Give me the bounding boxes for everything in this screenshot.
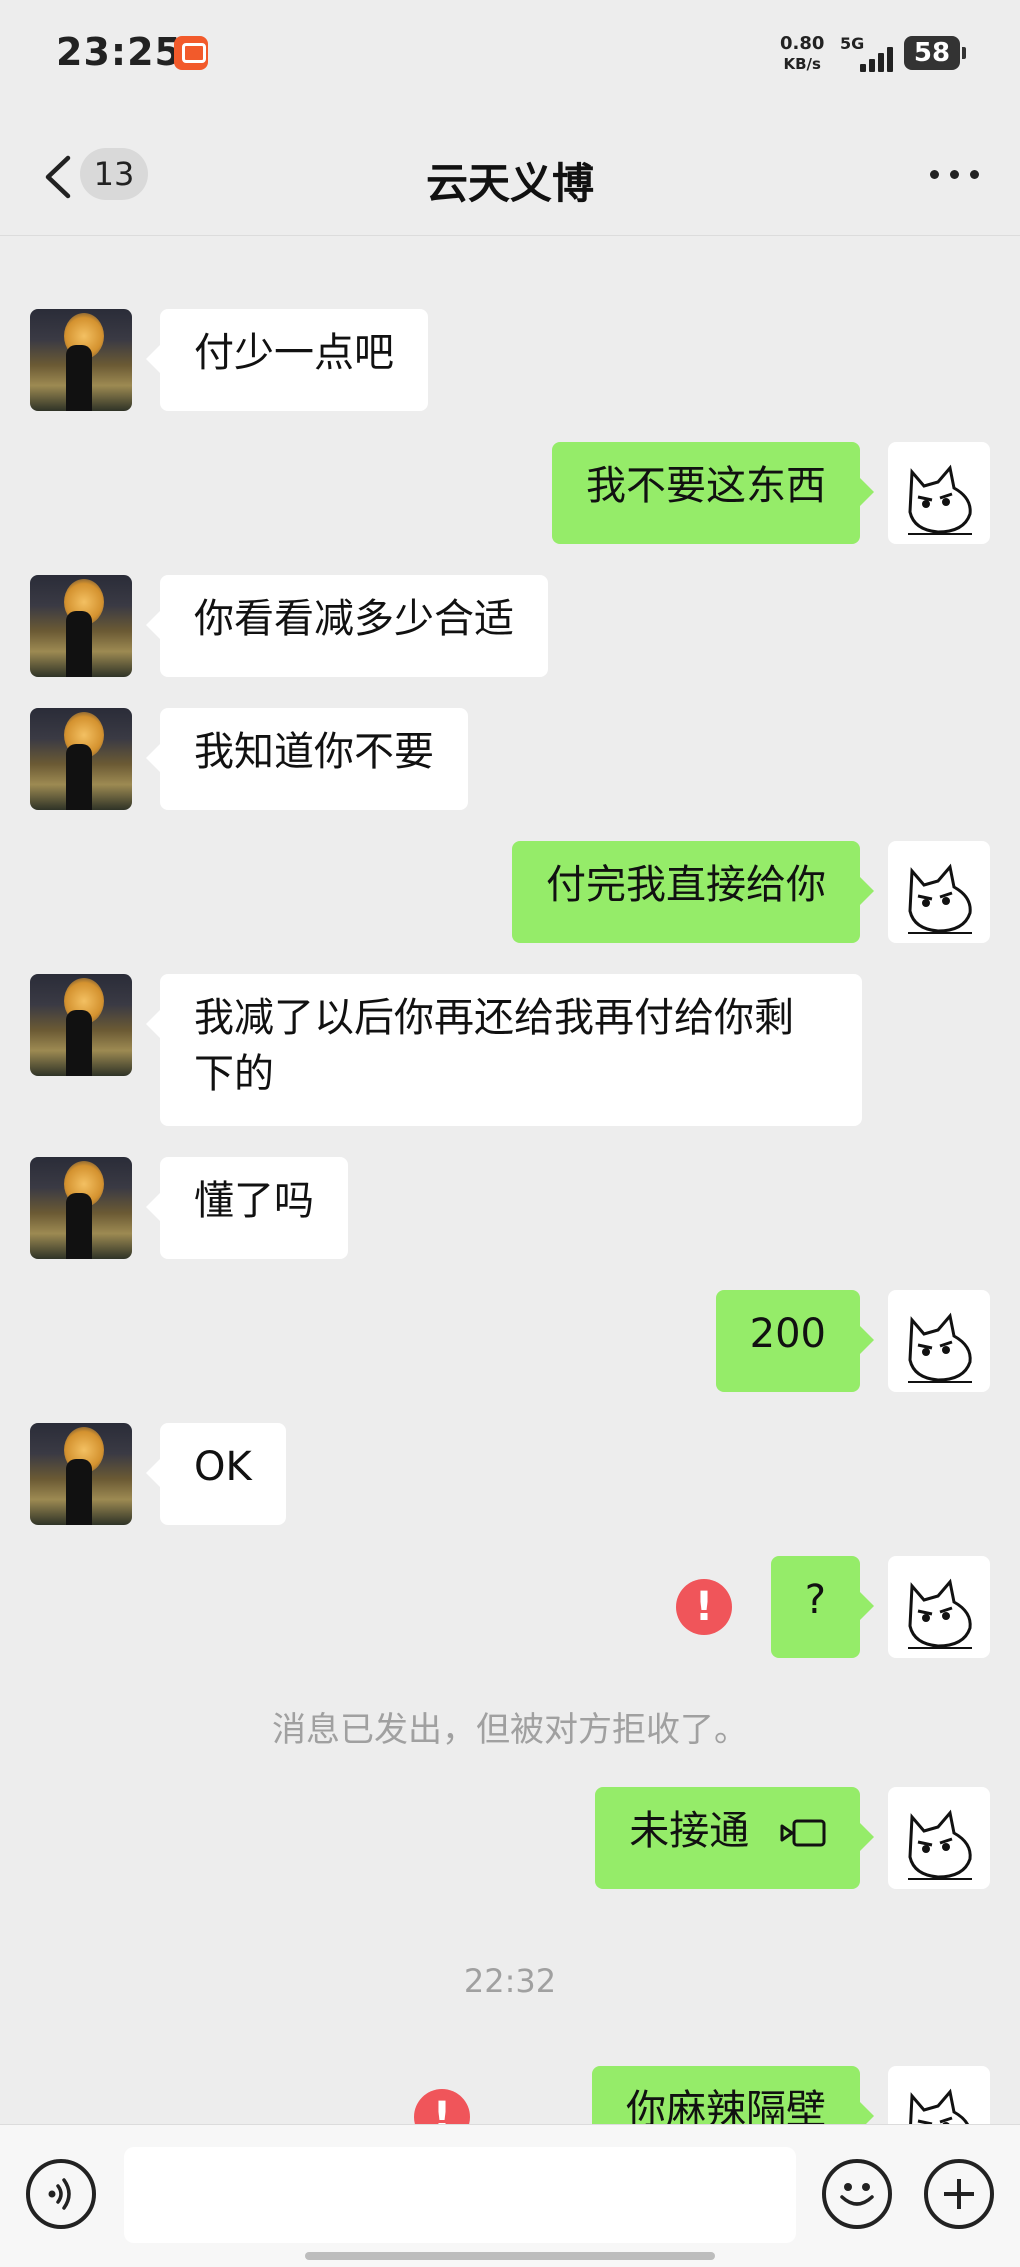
incoming-message-bubble[interactable]: 懂了吗 xyxy=(146,1157,348,1259)
message-text: 你麻辣隔壁 xyxy=(626,2087,826,2124)
my-avatar[interactable] xyxy=(888,1787,990,1889)
message-row: 懂了吗 xyxy=(0,1157,1020,1259)
dog-sticker-avatar-icon xyxy=(908,1578,972,1649)
message-text: 你看看减多少合适 xyxy=(194,596,514,642)
contact-avatar[interactable] xyxy=(30,1157,132,1259)
message-row: 我不要这东西 xyxy=(0,442,1020,544)
app-notification-icon xyxy=(174,36,208,70)
status-time: 23:25 xyxy=(56,30,182,74)
incoming-message-bubble[interactable]: 我减了以后你再还给我再付给你剩 下的 xyxy=(146,974,862,1126)
message-text: ? xyxy=(804,1577,826,1623)
call-record-bubble[interactable]: 未接通 xyxy=(595,1787,874,1889)
message-text: 懂了吗 xyxy=(194,1178,314,1224)
video-call-icon xyxy=(780,1819,826,1847)
message-text: 我知道你不要 xyxy=(194,729,434,775)
contact-avatar[interactable] xyxy=(30,575,132,677)
signal-icon xyxy=(852,44,896,72)
message-row: 我减了以后你再还给我再付给你剩 下的 xyxy=(0,974,1020,1126)
message-row: 你看看减多少合适 xyxy=(0,575,1020,677)
message-row: ! ? xyxy=(0,1556,1020,1658)
message-timestamp: 22:32 xyxy=(463,1962,557,2000)
message-list[interactable]: 付少一点吧 我不要这东西 你看看减多少合适 我知道你不要 付完我直接给你 我减了… xyxy=(0,236,1020,2124)
message-row: 未接通 xyxy=(0,1787,1020,1889)
contact-avatar[interactable] xyxy=(30,708,132,810)
message-text: 付少一点吧 xyxy=(194,330,394,376)
more-options-icon[interactable] xyxy=(930,170,980,180)
dog-sticker-avatar-icon xyxy=(909,2088,969,2124)
incoming-message-bubble[interactable]: OK xyxy=(146,1423,286,1525)
message-row: 付完我直接给你 xyxy=(0,841,1020,943)
dog-sticker-avatar-icon xyxy=(908,464,972,535)
message-text: 我不要这东西 xyxy=(586,463,826,509)
home-indicator[interactable] xyxy=(305,2252,715,2260)
contact-avatar[interactable] xyxy=(30,309,132,411)
outgoing-message-bubble[interactable]: 200 xyxy=(715,1290,875,1392)
incoming-message-bubble[interactable]: 付少一点吧 xyxy=(146,309,428,411)
system-notice: 消息已发出，但被对方拒收了。 xyxy=(272,1710,748,1750)
emoji-icon xyxy=(840,2183,874,2206)
dog-sticker-avatar-icon xyxy=(908,1809,972,1880)
network-speed-value: 0.80 xyxy=(780,33,825,54)
my-avatar[interactable] xyxy=(888,841,990,943)
battery-icon: 58 xyxy=(904,36,966,70)
chat-title: 云天义博 xyxy=(425,159,594,208)
message-text: 未接通 xyxy=(629,1808,750,1854)
my-avatar[interactable] xyxy=(888,442,990,544)
message-row: OK xyxy=(0,1423,1020,1525)
my-avatar[interactable] xyxy=(888,1556,990,1658)
message-text-line: 下的 xyxy=(194,1051,274,1097)
network-speed: 0.80 KB/s xyxy=(780,34,824,74)
message-row: 付少一点吧 xyxy=(0,309,1020,411)
my-avatar[interactable] xyxy=(888,1290,990,1392)
send-failed-icon[interactable]: ! xyxy=(676,1579,732,1635)
more-functions-button[interactable] xyxy=(924,2159,994,2229)
outgoing-message-bubble[interactable]: 你麻辣隔壁 xyxy=(592,2066,874,2124)
message-row: 我知道你不要 xyxy=(0,708,1020,810)
contact-avatar[interactable] xyxy=(30,1423,132,1525)
incoming-message-bubble[interactable]: 我知道你不要 xyxy=(146,708,468,810)
message-input[interactable] xyxy=(124,2147,796,2243)
incoming-message-bubble[interactable]: 你看看减多少合适 xyxy=(146,575,548,677)
message-text: OK xyxy=(194,1444,252,1490)
contact-avatar[interactable] xyxy=(30,974,132,1076)
status-bar: 23:25 0.80 KB/s 5G 58 xyxy=(0,0,1020,110)
voice-input-button[interactable] xyxy=(26,2159,96,2229)
message-row: 200 xyxy=(0,1290,1020,1392)
chat-header: 13 云天义博 xyxy=(0,110,1020,236)
input-bar xyxy=(0,2124,1020,2267)
my-avatar[interactable] xyxy=(888,2066,990,2124)
message-text-line: 我减了以后你再还给我再付给你剩 xyxy=(194,995,794,1041)
send-failed-icon[interactable]: ! xyxy=(414,2089,470,2124)
network-speed-unit: KB/s xyxy=(783,55,821,73)
dog-sticker-avatar-icon xyxy=(908,1312,972,1383)
outgoing-message-bubble[interactable]: ? xyxy=(770,1556,875,1658)
outgoing-message-bubble[interactable]: 我不要这东西 xyxy=(552,442,874,544)
voice-icon xyxy=(48,2178,71,2210)
message-text: 付完我直接给你 xyxy=(546,862,826,908)
dog-sticker-avatar-icon xyxy=(908,863,972,934)
message-text: 200 xyxy=(749,1311,826,1357)
outgoing-message-bubble[interactable]: 付完我直接给你 xyxy=(512,841,874,943)
emoji-button[interactable] xyxy=(822,2159,892,2229)
message-row: ! 你麻辣隔壁 xyxy=(0,2066,1020,2124)
